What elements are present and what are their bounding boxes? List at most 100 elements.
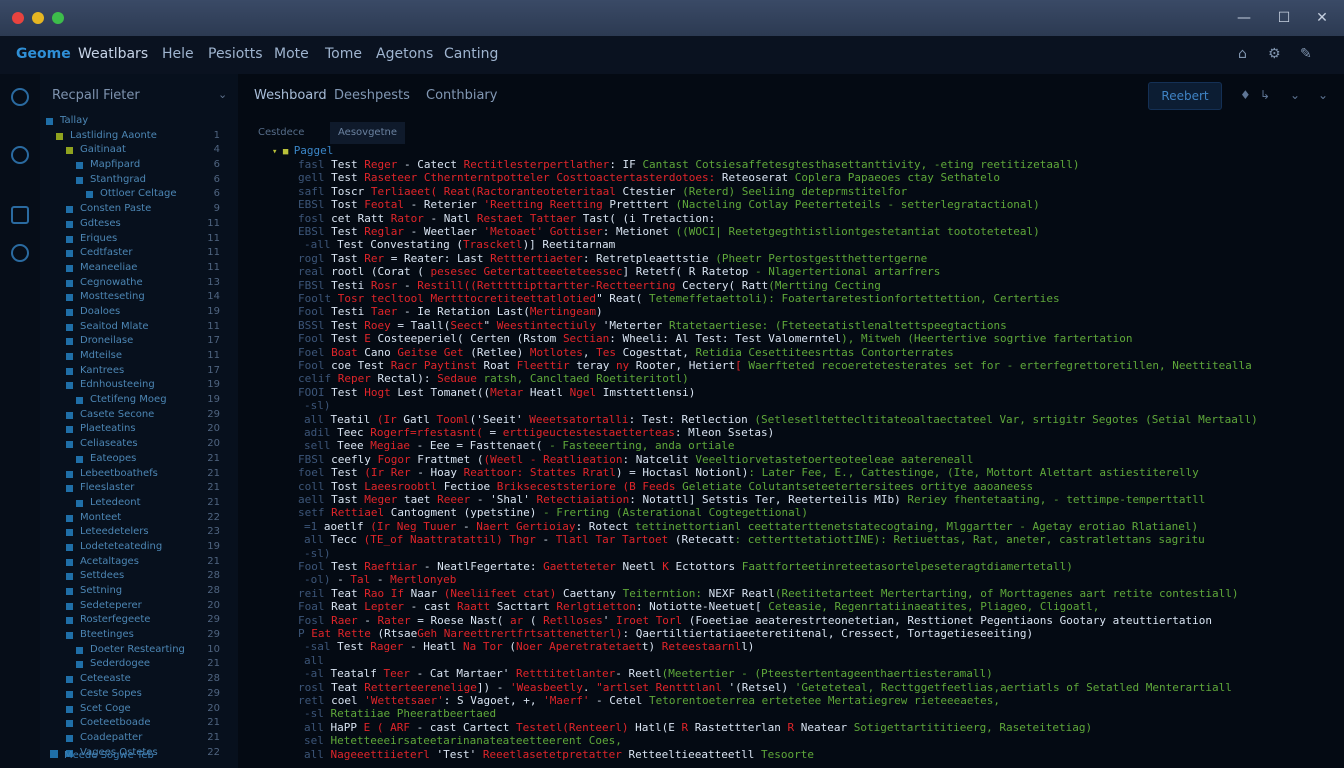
close-window-button[interactable] [12,12,24,24]
tree-item[interactable]: Leteedetelers 23 [40,525,238,540]
tree-item[interactable]: Doeter Restearting 10 [40,643,238,658]
code-token: coll [298,479,325,493]
tree-item[interactable]: Scet Coge 20 [40,702,238,717]
tab-deeshpests[interactable]: Deeshpests [334,88,410,103]
debug-icon[interactable] [11,244,29,262]
primary-action-button[interactable]: Reebert [1148,82,1222,110]
tree-item[interactable]: Gaitinaat 4 [40,143,238,158]
tree-item[interactable]: Mostteseting 14 [40,290,238,305]
tree-item[interactable]: Mdteilse 11 [40,349,238,364]
tree-item[interactable]: Doaloes 19 [40,305,238,320]
tree-item[interactable]: Rosterfegeete 29 [40,613,238,628]
tree-item[interactable]: Celiaseates 20 [40,437,238,452]
tree-item[interactable]: Settning 28 [40,584,238,599]
code-token: (Retecatt [668,533,735,547]
code-line: Foolt Tosr tecltool Mertttocretiteettatl… [298,292,1060,306]
tree-item[interactable]: Eateopes 21 [40,452,238,467]
minimize-icon[interactable]: — [1234,8,1254,28]
settings-icon[interactable]: ⚙ [1268,46,1281,62]
tree-item[interactable]: Seaitod Mlate 11 [40,320,238,335]
menu-item-tome[interactable]: Tome [325,46,362,62]
zoom-window-button[interactable] [52,12,64,24]
tree-item[interactable]: Mapfipard 6 [40,158,238,173]
explorer-icon[interactable] [11,88,29,106]
filter-chip-active[interactable]: Aesovgetne [330,122,405,144]
branch-icon[interactable]: ↳ [1260,88,1270,102]
tree-item[interactable]: Lebeetboathefs 21 [40,467,238,482]
code-line: all Teatil (Ir Gatl Tooml('Seeit' Weeets… [304,413,1258,427]
tree-item[interactable]: Lastliding Aaonte 1 [40,129,238,144]
file-icon [66,382,73,390]
code-line: P Eat Rette (RtsaeGeh Nareettrertfrtsatt… [298,627,1033,641]
code-token: Gaetteteter [543,560,616,573]
menu-item-agetons[interactable]: Agetons [376,46,433,62]
code-token: Rooter, Hetiert [629,359,736,372]
code-token: ) = Hoctasl Notionl) [615,466,749,480]
tree-item[interactable]: Ctetifeng Moeg 19 [40,393,238,408]
minimize-window-button[interactable] [32,12,44,24]
tree-item[interactable]: Letedeont 21 [40,496,238,511]
code-token: foel [298,466,325,480]
menu-item-hele[interactable]: Hele [162,46,194,62]
tab-weshboard[interactable]: Weshboard [254,88,327,103]
chevron-down-icon[interactable]: ⌄ [1290,88,1300,102]
tree-item-label: Ctetifeng Moeg [90,394,167,406]
tree-item[interactable]: Acetaltages 21 [40,555,238,570]
code-token: Teat [324,586,365,600]
tree-item[interactable]: Ednhousteeing 19 [40,378,238,393]
tree-item-label: Mapfipard [90,159,141,171]
file-icon [66,588,73,595]
tree-item[interactable]: Coadepatter 21 [40,731,238,746]
tree-item[interactable]: Gdteses 11 [40,217,238,232]
tree-item[interactable]: Cegnowathe 13 [40,276,238,291]
code-token: Retterteerenelige [364,680,477,694]
tree-item[interactable]: Consten Paste 9 [40,202,238,217]
close-icon[interactable]: ✕ [1312,8,1332,28]
tree-item[interactable]: Ceste Sopes 29 [40,687,238,702]
sidebar-footer[interactable]: Meede Sogwe Teb [50,750,154,761]
tree-item[interactable]: Tallay [40,114,238,129]
code-token: Laeesroobtl [364,479,438,493]
tree-item[interactable]: Casete Secone 29 [40,408,238,423]
tree-item[interactable]: Bteetinges 29 [40,628,238,643]
tree-item[interactable]: Eriques 11 [40,232,238,247]
filter-chip[interactable]: Cestdece [250,122,312,144]
menu-item-canting[interactable]: Canting [444,46,498,62]
menu-item-brand[interactable]: Geome [16,46,71,62]
tree-item[interactable]: Coeteetboade 21 [40,716,238,731]
tree-item[interactable]: Sedeteperer 20 [40,599,238,614]
menu-item-pesiotts[interactable]: Pesiotts [208,46,263,62]
search-icon[interactable] [11,146,29,164]
tree-item[interactable]: Lodeteteateding 19 [40,540,238,555]
file-icon [76,661,83,669]
tree-item[interactable]: Monteet 22 [40,511,238,526]
tree-item[interactable]: Sederdogee 21 [40,657,238,672]
tree-item[interactable]: Fleeslaster 21 [40,481,238,496]
home-icon[interactable]: ⌂ [1238,46,1247,62]
tree-item[interactable]: Cedtfaster 11 [40,246,238,261]
tree-item[interactable]: Kantrees 17 [40,364,238,379]
code-token: Pretttert [602,198,669,212]
tree-item[interactable]: Plaeteatins 20 [40,422,238,437]
tree-item[interactable]: Meaneeliae 11 [40,261,238,276]
chevron-down-icon[interactable]: ⌄ [218,88,227,101]
tree-item[interactable]: Droneilase 17 [40,334,238,349]
menu-item-mote[interactable]: Mote [274,46,309,62]
code-token: taet [397,493,438,506]
chevron-down-icon[interactable]: ⌄ [1318,88,1328,102]
maximize-icon[interactable]: ☐ [1274,8,1294,28]
code-editor[interactable]: ▾ ■ Paggel fasl Test Reger - Catect Rect… [238,144,1344,768]
code-token: -al [304,667,324,681]
code-token: cet Ratt [324,211,391,225]
tree-item[interactable]: Ottloer Celtage 6 [40,187,238,202]
code-token: - [535,533,556,547]
menu-item-weatlbars[interactable]: Weatlbars [78,46,148,62]
tree-item[interactable]: Ceteeaste 28 [40,672,238,687]
tree-item-label: Rosterfegeete [80,614,151,626]
pin-icon[interactable]: ✎ [1300,46,1312,62]
extensions-icon[interactable] [11,206,29,224]
bookmark-icon[interactable]: ♦ [1240,88,1251,102]
tree-item[interactable]: Settdees 28 [40,569,238,584]
tree-item[interactable]: Stanthgrad 6 [40,173,238,188]
tab-conthbiary[interactable]: Conthbiary [426,88,497,103]
